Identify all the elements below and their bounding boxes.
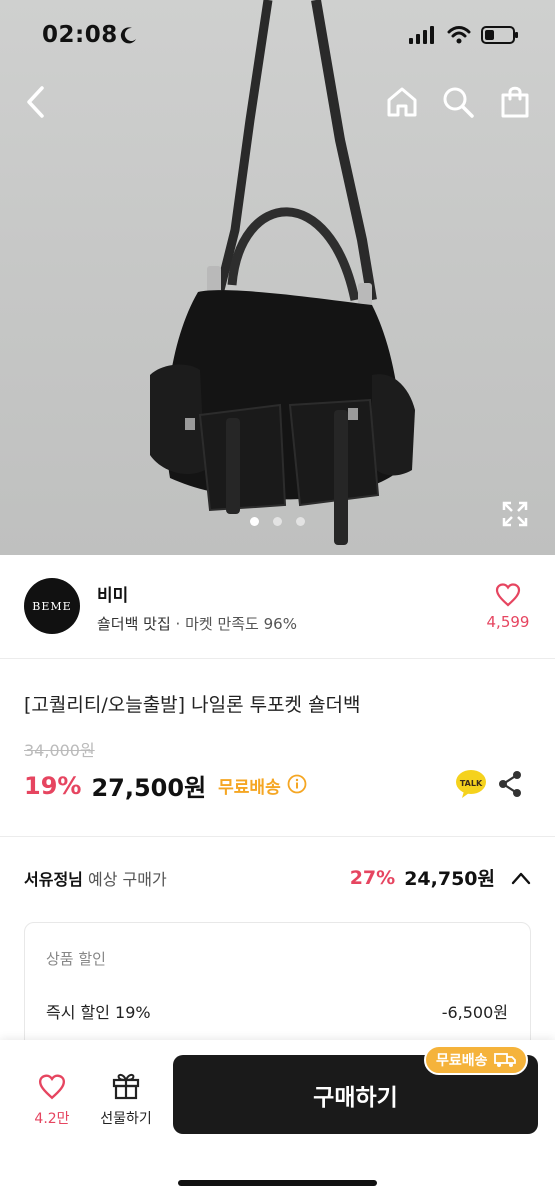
carousel-dot[interactable] — [273, 517, 282, 526]
back-button[interactable] — [16, 82, 56, 122]
expected-price: 24,750원 — [404, 868, 495, 890]
shopping-bag-icon — [501, 86, 529, 118]
free-shipping-badge: 무료배송 — [424, 1045, 528, 1075]
share-button[interactable] — [497, 770, 523, 802]
carousel-dot[interactable] — [250, 517, 259, 526]
price-row: 19% 27,500원 무료배송 — [24, 768, 307, 803]
seller-like-count: 4,599 — [486, 613, 530, 631]
heart-icon — [495, 583, 521, 607]
gift-label: 선물하기 — [100, 1111, 152, 1127]
discount-rate: 19% — [24, 771, 82, 800]
seller-row[interactable]: BEME 비미 숄더백 맛집 · 마켓 만족도 96% 4,599 — [0, 555, 555, 659]
search-icon — [443, 87, 474, 118]
expected-discount-rate: 27% — [349, 866, 396, 889]
seller-logo: BEME — [24, 578, 80, 634]
fullscreen-button[interactable] — [501, 500, 529, 528]
chevron-left-icon — [27, 86, 44, 118]
discount-section-header: 상품 할인 — [46, 950, 106, 968]
carousel-dot[interactable] — [296, 517, 305, 526]
gift-button[interactable]: 선물하기 — [92, 1070, 160, 1128]
expand-icon — [502, 501, 528, 527]
seller-satisfaction: · 마켓 만족도 96% — [170, 615, 297, 633]
seller-subtitle: 숄더백 맛집 · 마켓 만족도 96% — [97, 613, 297, 634]
status-bar: 02:08 — [0, 0, 555, 72]
search-button[interactable] — [438, 82, 478, 122]
product-title: [고퀄리티/오늘출발] 나일론 투포켓 숄더백 — [24, 694, 361, 716]
free-shipping-badge-label: 무료배송 — [436, 1053, 488, 1069]
instant-discount-value: -6,500원 — [441, 1003, 508, 1022]
moon-icon — [120, 26, 138, 48]
battery-icon — [481, 26, 519, 48]
section-divider — [0, 836, 555, 837]
talk-label: TALK — [460, 779, 483, 788]
seller-tagline: 숄더백 맛집 — [97, 615, 171, 633]
product-image-carousel[interactable]: 02:08 — [0, 0, 555, 555]
expected-price-row[interactable]: 서유정님 예상 구매가 27% 24,750원 — [24, 866, 531, 894]
original-price: 34,000원 — [24, 741, 95, 760]
like-count: 4.2만 — [34, 1111, 70, 1127]
bottom-action-bar: 4.2만 선물하기 구매하기 무료배송 — [0, 1040, 555, 1200]
cart-button[interactable] — [495, 82, 535, 122]
home-button[interactable] — [382, 82, 422, 122]
kakao-talk-button[interactable]: TALK — [455, 769, 487, 803]
heart-icon — [38, 1074, 66, 1100]
home-icon — [387, 87, 417, 117]
status-time: 02:08 — [42, 22, 118, 48]
seller-like-button[interactable]: 4,599 — [484, 583, 532, 631]
expected-price-label: 예상 구매가 — [82, 870, 167, 889]
like-button[interactable]: 4.2만 — [28, 1074, 76, 1128]
gift-icon — [112, 1073, 140, 1100]
home-indicator — [178, 1180, 377, 1186]
chevron-up-icon[interactable] — [511, 871, 531, 885]
seller-name: 비미 — [97, 586, 129, 606]
kakao-talk-icon: TALK — [456, 770, 486, 798]
info-icon[interactable] — [287, 774, 307, 798]
wifi-icon — [447, 26, 471, 48]
carousel-indicator — [0, 517, 555, 526]
sale-price: 27,500원 — [91, 774, 207, 802]
share-icon — [499, 771, 521, 797]
user-name: 서유정님 — [24, 870, 83, 889]
instant-discount-label: 즉시 할인 19% — [46, 1003, 151, 1022]
signal-icon — [409, 26, 437, 48]
free-shipping-label: 무료배송 — [218, 778, 281, 798]
truck-icon — [493, 1053, 516, 1067]
